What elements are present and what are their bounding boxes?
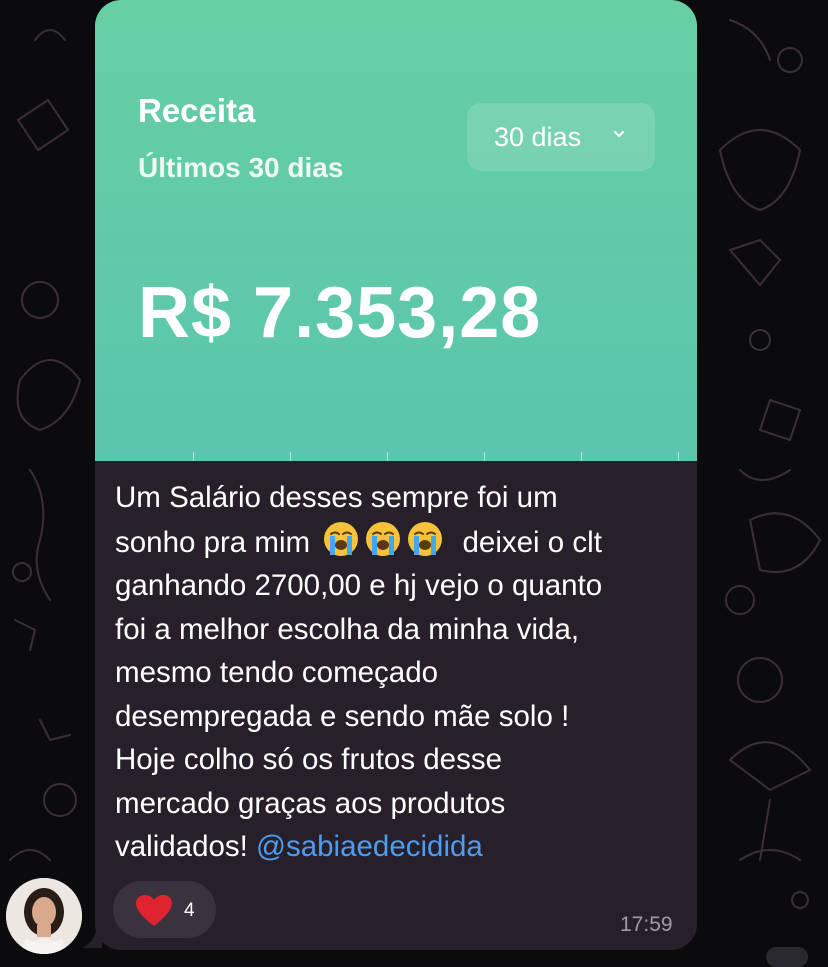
message-timestamp: 17:59 — [620, 913, 673, 936]
message-bubble[interactable]: Receita Últimos 30 dias 30 dias R$ 7.353… — [95, 0, 697, 950]
card-title: Receita — [138, 92, 256, 129]
axis-tick — [678, 452, 679, 461]
loudly-crying-face-icon — [366, 521, 401, 556]
emoji-group — [322, 520, 448, 565]
message-line: Hoje colho só os frutos desse — [115, 743, 502, 776]
axis-tick — [484, 452, 485, 461]
revenue-amount: R$ 7.353,28 — [138, 273, 542, 353]
reaction-chip[interactable]: 4 — [113, 881, 216, 938]
revenue-card-image[interactable]: Receita Últimos 30 dias 30 dias R$ 7.353… — [95, 0, 697, 461]
sender-photo — [6, 878, 82, 954]
message-text-segment: deixei o clt — [462, 525, 602, 559]
period-selector[interactable]: 30 dias — [467, 103, 655, 171]
message-line: mercado graças aos produtos — [115, 786, 506, 820]
message-line: sonho pra mim deixei o clt — [115, 520, 685, 565]
message-text: Um Salário desses sempre foi um sonho pr… — [115, 476, 685, 869]
heart-icon — [136, 895, 172, 926]
chevron-down-icon — [614, 131, 624, 137]
message-line: Um Salário desses sempre foi um — [115, 481, 558, 514]
message-line: foi a melhor escolha da minha vida, — [115, 612, 580, 646]
message-line: desempregada e sendo mãe solo ! — [115, 699, 570, 733]
axis-tick — [290, 452, 291, 461]
axis-tick — [193, 452, 194, 461]
chart-axis-ticks — [95, 452, 697, 461]
message-line: mesmo tendo começado — [115, 656, 439, 689]
scroll-to-bottom-button[interactable] — [766, 947, 808, 967]
mention-link[interactable]: @sabiaedecidida — [256, 830, 483, 863]
axis-tick — [387, 452, 388, 461]
message-text-segment: sonho pra mim — [115, 525, 311, 559]
avatar[interactable] — [6, 878, 82, 954]
message-line: ganhando 2700,00 e hj vejo o quanto — [115, 569, 603, 602]
card-subtitle: Últimos 30 dias — [138, 152, 344, 183]
message-text-segment: validados! — [115, 830, 248, 863]
period-selector-label: 30 dias — [494, 121, 582, 152]
loudly-crying-face-icon — [324, 521, 359, 556]
reaction-count: 4 — [184, 900, 195, 921]
loudly-crying-face-icon — [408, 521, 443, 556]
axis-tick — [581, 452, 582, 461]
message-line: validados! @sabiaedecidida — [115, 825, 685, 869]
